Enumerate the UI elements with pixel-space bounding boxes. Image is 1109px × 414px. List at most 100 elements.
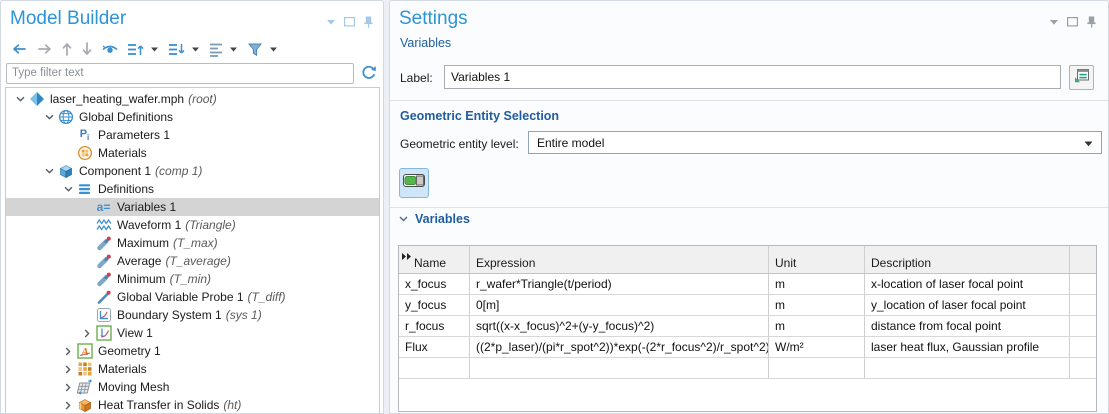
tree-item-label: Moving Mesh bbox=[98, 380, 169, 394]
refresh-icon[interactable] bbox=[360, 64, 378, 82]
column-header-name[interactable]: Name bbox=[399, 246, 470, 273]
tree-item-label: Global Variable Probe 1 bbox=[117, 290, 244, 304]
cell-extra bbox=[1070, 274, 1096, 294]
cell-name[interactable]: r_focus bbox=[399, 316, 470, 336]
tree-item-label: Definitions bbox=[98, 182, 154, 196]
cell-description[interactable]: laser heat flux, Gaussian profile bbox=[865, 337, 1070, 357]
geometric-entity-level-select[interactable]: Entire model bbox=[528, 131, 1102, 154]
expand-down-list-icon[interactable] bbox=[165, 38, 188, 60]
tree-item-average[interactable]: Average(T_average) bbox=[6, 252, 379, 270]
tree-item-label: Minimum bbox=[117, 272, 166, 286]
model-tree: laser_heating_wafer.mph(root)Global Defi… bbox=[5, 87, 380, 413]
cell-unit[interactable] bbox=[769, 358, 865, 378]
model-builder-toolbar bbox=[8, 37, 282, 61]
chevron-right-icon[interactable] bbox=[79, 329, 95, 338]
active-selection-toggle-button[interactable] bbox=[399, 168, 429, 198]
variables-table-empty-area[interactable] bbox=[399, 379, 1096, 411]
tree-item-annotation: (root) bbox=[188, 92, 217, 106]
tree-item-parameters-1[interactable]: PiParameters 1 bbox=[6, 126, 379, 144]
forward-arrow-icon[interactable] bbox=[33, 38, 56, 60]
filter-funnel-icon[interactable] bbox=[244, 38, 266, 60]
cell-name[interactable]: x_focus bbox=[399, 274, 470, 294]
label-input[interactable] bbox=[444, 65, 1061, 89]
tree-item-global-definitions[interactable]: Global Definitions bbox=[6, 108, 379, 126]
filter-row bbox=[6, 62, 380, 84]
cell-name[interactable]: y_focus bbox=[399, 295, 470, 315]
tree-item-heat-transfer-in-solids[interactable]: Heat Transfer in Solids(ht) bbox=[6, 396, 379, 413]
pin-icon[interactable] bbox=[1087, 16, 1096, 28]
back-arrow-icon[interactable] bbox=[8, 38, 31, 60]
chevron-right-icon[interactable] bbox=[60, 401, 76, 410]
column-header-description[interactable]: Description bbox=[865, 246, 1070, 273]
materials-globe-icon bbox=[76, 145, 93, 161]
tree-item-component-1[interactable]: Component 1(comp 1) bbox=[6, 162, 379, 180]
cell-unit[interactable]: m bbox=[769, 274, 865, 294]
expand-up-list-icon[interactable] bbox=[124, 38, 147, 60]
cell-expression[interactable]: sqrt((x-x_focus)^2+(y-y_focus)^2) bbox=[470, 316, 769, 336]
tree-item-maximum[interactable]: Maximum(T_max) bbox=[6, 234, 379, 252]
cell-expression[interactable]: r_wafer*Triangle(t/period) bbox=[470, 274, 769, 294]
cell-expression[interactable] bbox=[470, 358, 769, 378]
tree-item-waveform-1[interactable]: Waveform 1(Triangle) bbox=[6, 216, 379, 234]
chevron-down-icon[interactable] bbox=[41, 114, 57, 120]
chevron-down-icon[interactable] bbox=[12, 96, 28, 102]
variables-table-header: NameExpressionUnitDescription bbox=[399, 246, 1096, 274]
chevron-down-icon[interactable] bbox=[60, 186, 76, 192]
restore-icon[interactable] bbox=[1067, 17, 1078, 27]
column-header-expression[interactable]: Expression bbox=[470, 246, 769, 273]
move-up-arrow-icon[interactable] bbox=[58, 38, 76, 60]
cell-unit[interactable]: m bbox=[769, 316, 865, 336]
cell-extra bbox=[1070, 316, 1096, 336]
tree-item-label: Average bbox=[117, 254, 161, 268]
tree-item-label: Waveform 1 bbox=[117, 218, 181, 232]
label-edit-button[interactable] bbox=[1069, 65, 1094, 90]
cell-description[interactable]: x-location of laser focal point bbox=[865, 274, 1070, 294]
cell-unit[interactable]: m bbox=[769, 295, 865, 315]
tree-item-materials[interactable]: Materials bbox=[6, 144, 379, 162]
cell-expression[interactable]: ((2*p_laser)/(pi*r_spot^2))*exp(-(2*r_fo… bbox=[470, 337, 769, 357]
tree-item-materials[interactable]: Materials bbox=[6, 360, 379, 378]
tree-item-laser-heating-wafer-mph[interactable]: laser_heating_wafer.mph(root) bbox=[6, 90, 379, 108]
tree-item-moving-mesh[interactable]: Moving Mesh bbox=[6, 378, 379, 396]
tree-item-view-1[interactable]: View 1 bbox=[6, 324, 379, 342]
cell-name[interactable]: Flux bbox=[399, 337, 470, 357]
cell-expression[interactable]: 0[m] bbox=[470, 295, 769, 315]
chevron-down-icon[interactable] bbox=[327, 20, 335, 25]
pin-icon[interactable] bbox=[364, 16, 373, 28]
cell-unit[interactable]: W/m² bbox=[769, 337, 865, 357]
chevron-right-icon[interactable] bbox=[60, 347, 76, 356]
tree-item-geometry-1[interactable]: AGeometry 1 bbox=[6, 342, 379, 360]
tree-item-label: Maximum bbox=[117, 236, 169, 250]
tree-item-variables-1[interactable]: a=Variables 1 bbox=[6, 198, 379, 216]
cell-extra bbox=[1070, 337, 1096, 357]
chevron-down-icon[interactable] bbox=[190, 47, 201, 52]
chevron-down-icon[interactable] bbox=[41, 168, 57, 174]
variables-section-title[interactable]: Variables bbox=[415, 212, 470, 226]
chevron-down-icon[interactable] bbox=[228, 47, 239, 52]
restore-icon[interactable] bbox=[344, 17, 355, 27]
tree-item-global-variable-probe-1[interactable]: Global Variable Probe 1(T_diff) bbox=[6, 288, 379, 306]
cell-description[interactable] bbox=[865, 358, 1070, 378]
move-down-arrow-icon[interactable] bbox=[78, 38, 96, 60]
chevron-down-icon[interactable] bbox=[149, 47, 160, 52]
model-builder-title: Model Builder bbox=[10, 8, 126, 30]
chevron-right-icon[interactable] bbox=[60, 383, 76, 392]
tree-filter-input[interactable] bbox=[6, 63, 354, 84]
view-icon bbox=[95, 325, 112, 341]
collapse-all-icon[interactable] bbox=[206, 38, 226, 60]
cell-description[interactable]: distance from focal point bbox=[865, 316, 1070, 336]
tree-item-label: Materials bbox=[98, 362, 147, 376]
tree-item-boundary-system-1[interactable]: Boundary System 1(sys 1) bbox=[6, 306, 379, 324]
chevron-right-icon[interactable] bbox=[60, 365, 76, 374]
tree-item-minimum[interactable]: Minimum(T_min) bbox=[6, 270, 379, 288]
column-header-unit[interactable]: Unit bbox=[769, 246, 865, 273]
cell-extra bbox=[1070, 358, 1096, 378]
chevron-down-icon[interactable] bbox=[268, 47, 279, 52]
cell-description[interactable]: y_location of laser focal point bbox=[865, 295, 1070, 315]
chevron-down-icon[interactable] bbox=[1050, 20, 1058, 25]
settings-panel: Settings Variables Label: Geometric Enti… bbox=[389, 0, 1109, 414]
cell-name[interactable] bbox=[399, 358, 470, 378]
chevron-down-icon[interactable] bbox=[399, 216, 408, 222]
tree-item-definitions[interactable]: Definitions bbox=[6, 180, 379, 198]
show-eye-icon[interactable] bbox=[98, 38, 122, 60]
